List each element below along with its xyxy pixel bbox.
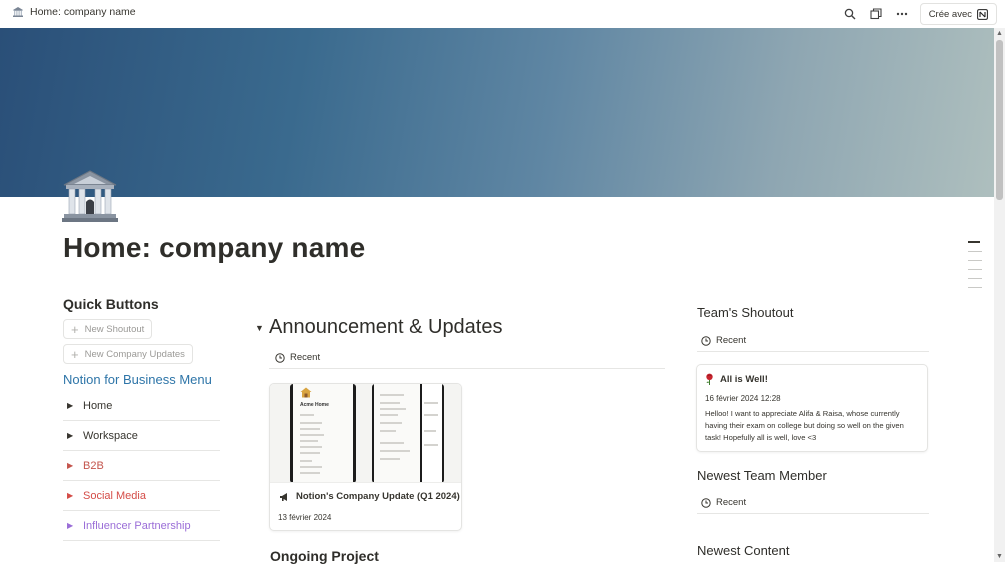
toggle-b2b[interactable]: ▶ B2B (63, 451, 220, 481)
megaphone-icon (280, 492, 287, 501)
announcement-card-title[interactable]: Notion's Company Update (Q1 2024) (279, 491, 460, 502)
quick-buttons-heading: Quick Buttons (63, 296, 159, 312)
triangle-right-icon[interactable]: ▶ (67, 491, 75, 500)
new-company-updates-label: New Company Updates (84, 348, 185, 360)
more-horizontal-icon[interactable] (894, 6, 910, 22)
announcement-card-title-text: Notion's Company Update (Q1 2024) (296, 491, 460, 502)
top-bar: Home: company name Crée avec (0, 0, 1005, 28)
made-with-notion-button[interactable]: Crée avec (919, 3, 997, 25)
announcement-toggle-heading[interactable]: ▼ Announcement & Updates (255, 316, 665, 339)
notion-for-business-menu-link[interactable]: Notion for Business Menu (63, 371, 223, 388)
card-preview-image: Acme Home (270, 384, 461, 483)
breadcrumb[interactable]: Home: company name (12, 6, 136, 18)
plus-icon: + (71, 321, 79, 337)
left-column: Quick Buttons + New Shoutout + New Compa… (63, 296, 223, 541)
newest-content-heading: Newest Content (697, 543, 790, 558)
clock-icon (275, 352, 285, 363)
plus-icon: + (71, 346, 79, 362)
triangle-right-icon[interactable]: ▶ (67, 401, 75, 410)
middle-column: ▼ Announcement & Updates Recent (255, 316, 665, 369)
toggle-social-media-label: Social Media (83, 489, 146, 502)
toggle-influencer-partnership[interactable]: ▶ Influencer Partnership (63, 511, 220, 541)
triangle-right-icon[interactable]: ▶ (67, 521, 75, 530)
announcement-view-label: Recent (290, 352, 321, 363)
new-shoutout-label: New Shoutout (84, 323, 145, 335)
clock-icon (701, 497, 711, 508)
shoutout-card-title[interactable]: All is Well! (705, 373, 919, 385)
page-cover[interactable] (0, 28, 994, 197)
new-company-updates-button[interactable]: + New Company Updates (63, 344, 193, 364)
breadcrumb-title: Home: company name (30, 6, 136, 18)
right-column: Team's Shoutout Recent (697, 305, 929, 352)
scroll-down-icon[interactable]: ▼ (996, 553, 1003, 560)
announcement-card-date: 13 février 2024 (278, 513, 332, 522)
newest-team-member-heading: Newest Team Member (697, 468, 827, 483)
new-shoutout-button[interactable]: + New Shoutout (63, 319, 153, 339)
table-of-contents[interactable] (968, 241, 982, 296)
shoutout-view-tab[interactable]: Recent (697, 330, 929, 352)
triangle-down-icon[interactable]: ▼ (255, 323, 269, 333)
toggle-home[interactable]: ▶ Home (63, 391, 220, 421)
classical-building-icon (13, 7, 23, 17)
toggle-home-label: Home (83, 399, 113, 412)
notion-logo-icon (977, 8, 988, 20)
clock-icon (701, 335, 711, 346)
preview-heading: Acme Home (300, 402, 329, 408)
shoutout-card-title-text: All is Well! (720, 373, 768, 385)
classical-building-icon[interactable] (62, 169, 118, 223)
vertical-scrollbar[interactable]: ▲ ▼ (994, 28, 1005, 562)
shoutout-view-label: Recent (716, 335, 747, 346)
shoutout-card-date: 16 février 2024 12:28 (705, 394, 781, 403)
rose-icon (706, 373, 713, 385)
page-title: Home: company name (63, 232, 366, 263)
newest-team-member-section: Newest Team Member Recent (697, 468, 929, 514)
toggle-influencer-partnership-label: Influencer Partnership (83, 519, 191, 532)
toggle-workspace-label: Workspace (83, 429, 138, 442)
made-with-label: Crée avec (928, 8, 972, 20)
scrollbar-thumb[interactable] (996, 40, 1003, 200)
shoutout-card-body: Helloo! I want to appreciate Alifa & Rai… (705, 409, 904, 442)
toggle-workspace[interactable]: ▶ Workspace (63, 421, 220, 451)
announcement-card[interactable]: Acme Home Notion's Company Update (Q1 20… (269, 383, 462, 531)
toggle-social-media[interactable]: ▶ Social Media (63, 481, 220, 511)
scroll-up-icon[interactable]: ▲ (996, 30, 1003, 37)
team-shoutout-heading: Team's Shoutout (697, 305, 794, 320)
announcement-heading: Announcement & Updates (269, 316, 503, 338)
newest-member-view-label: Recent (716, 497, 747, 508)
newest-member-view-tab[interactable]: Recent (697, 492, 929, 514)
triangle-right-icon[interactable]: ▶ (67, 461, 75, 470)
house-icon (300, 387, 312, 398)
toggle-b2b-label: B2B (83, 459, 104, 472)
duplicate-icon[interactable] (868, 6, 884, 22)
triangle-right-icon[interactable]: ▶ (67, 431, 75, 440)
search-icon[interactable] (842, 6, 858, 22)
shoutout-card[interactable]: All is Well! 16 février 2024 12:28 Hello… (696, 364, 928, 452)
announcement-view-tab[interactable]: Recent (269, 347, 665, 369)
